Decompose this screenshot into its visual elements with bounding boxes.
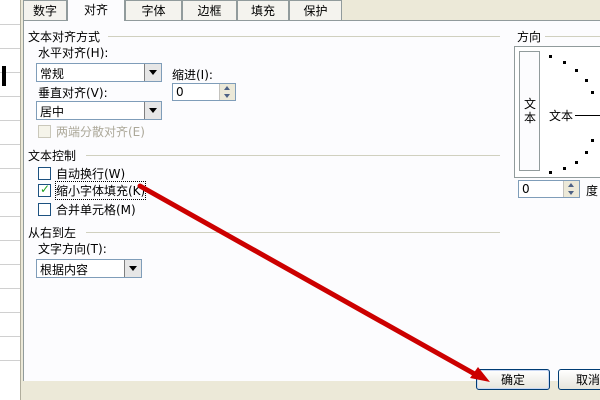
orientation-dot[interactable] bbox=[575, 161, 578, 164]
text-direction-select[interactable]: 根据内容 bbox=[36, 259, 142, 278]
indent-label: 缩进(I): bbox=[172, 68, 213, 82]
orientation-box[interactable]: 文本 文本 bbox=[514, 46, 600, 178]
orientation-pointer[interactable] bbox=[575, 115, 600, 116]
orientation-dot[interactable] bbox=[585, 151, 588, 154]
text-direction-label: 文字方向(T): bbox=[38, 242, 107, 256]
chevron-down-icon[interactable] bbox=[124, 260, 141, 277]
chevron-down-icon[interactable] bbox=[144, 64, 161, 81]
cancel-button[interactable]: 取消 bbox=[558, 369, 600, 390]
orientation-dot[interactable] bbox=[575, 69, 578, 72]
orientation-dot[interactable] bbox=[563, 61, 566, 64]
orientation-dot[interactable] bbox=[549, 171, 552, 174]
merge-cells-checkbox[interactable] bbox=[38, 203, 51, 216]
vertical-align-label: 垂直对齐(V): bbox=[38, 86, 108, 100]
indent-stepper[interactable] bbox=[219, 84, 235, 100]
orientation-text-sample: 文本 bbox=[549, 109, 574, 123]
orientation-dot[interactable] bbox=[585, 79, 588, 82]
vertical-text-label: 文本 bbox=[524, 97, 537, 125]
merge-cells-label: 合并单元格(M) bbox=[56, 203, 136, 217]
divider bbox=[86, 155, 500, 156]
tab-font[interactable]: 字体 bbox=[125, 0, 182, 20]
tab-border[interactable]: 边框 bbox=[182, 0, 237, 20]
sheet-edge bbox=[0, 0, 20, 400]
orientation-dot[interactable] bbox=[591, 139, 594, 142]
degrees-spinner[interactable]: 0 bbox=[518, 180, 580, 198]
tab-fill[interactable]: 填充 bbox=[237, 0, 289, 20]
checkmark-icon: ✓ bbox=[40, 182, 51, 196]
justify-distributed-label: 两端分散对齐(E) bbox=[56, 125, 145, 139]
shrink-to-fit-checkbox[interactable]: ✓ bbox=[38, 182, 51, 197]
divider bbox=[545, 36, 600, 37]
vertical-align-select[interactable]: 居中 bbox=[36, 101, 162, 120]
cell-cursor bbox=[2, 66, 6, 86]
divider bbox=[108, 36, 500, 37]
orientation-dot[interactable] bbox=[591, 91, 594, 94]
justify-distributed-checkbox[interactable] bbox=[38, 125, 51, 138]
ok-button[interactable]: 确定 bbox=[476, 369, 550, 390]
orientation-dot[interactable] bbox=[549, 55, 552, 58]
vertical-text-button[interactable]: 文本 bbox=[519, 51, 540, 171]
chevron-down-icon[interactable] bbox=[144, 102, 161, 119]
orientation-dot[interactable] bbox=[563, 167, 566, 170]
tab-protection[interactable]: 保护 bbox=[289, 0, 342, 20]
tab-number[interactable]: 数字 bbox=[23, 0, 67, 20]
text-alignment-heading: 文本对齐方式 bbox=[28, 30, 101, 44]
text-direction-value: 根据内容 bbox=[40, 263, 89, 277]
wrap-text-label: 自动换行(W) bbox=[56, 167, 126, 181]
wrap-text-checkbox[interactable] bbox=[38, 167, 51, 180]
degrees-unit: 度 bbox=[586, 184, 599, 198]
indent-spinner[interactable]: 0 bbox=[172, 83, 236, 101]
format-cells-dialog: 数字 对齐 字体 边框 填充 保护 文本对齐方式 水平对齐(H): 常规 缩进(… bbox=[20, 0, 600, 400]
text-control-heading: 文本控制 bbox=[28, 149, 77, 163]
degrees-stepper[interactable] bbox=[563, 181, 579, 197]
tab-alignment[interactable]: 对齐 bbox=[67, 0, 125, 21]
vertical-align-value: 居中 bbox=[40, 105, 65, 119]
orientation-heading: 方向 bbox=[517, 30, 542, 44]
horizontal-align-value: 常规 bbox=[40, 67, 65, 81]
horizontal-align-label: 水平对齐(H): bbox=[38, 46, 109, 60]
horizontal-align-select[interactable]: 常规 bbox=[36, 63, 162, 82]
degrees-value: 0 bbox=[522, 182, 530, 196]
right-to-left-heading: 从右到左 bbox=[28, 226, 77, 240]
shrink-to-fit-label: 缩小字体填充(K) bbox=[54, 181, 147, 200]
indent-value: 0 bbox=[176, 85, 184, 99]
divider bbox=[86, 232, 500, 233]
